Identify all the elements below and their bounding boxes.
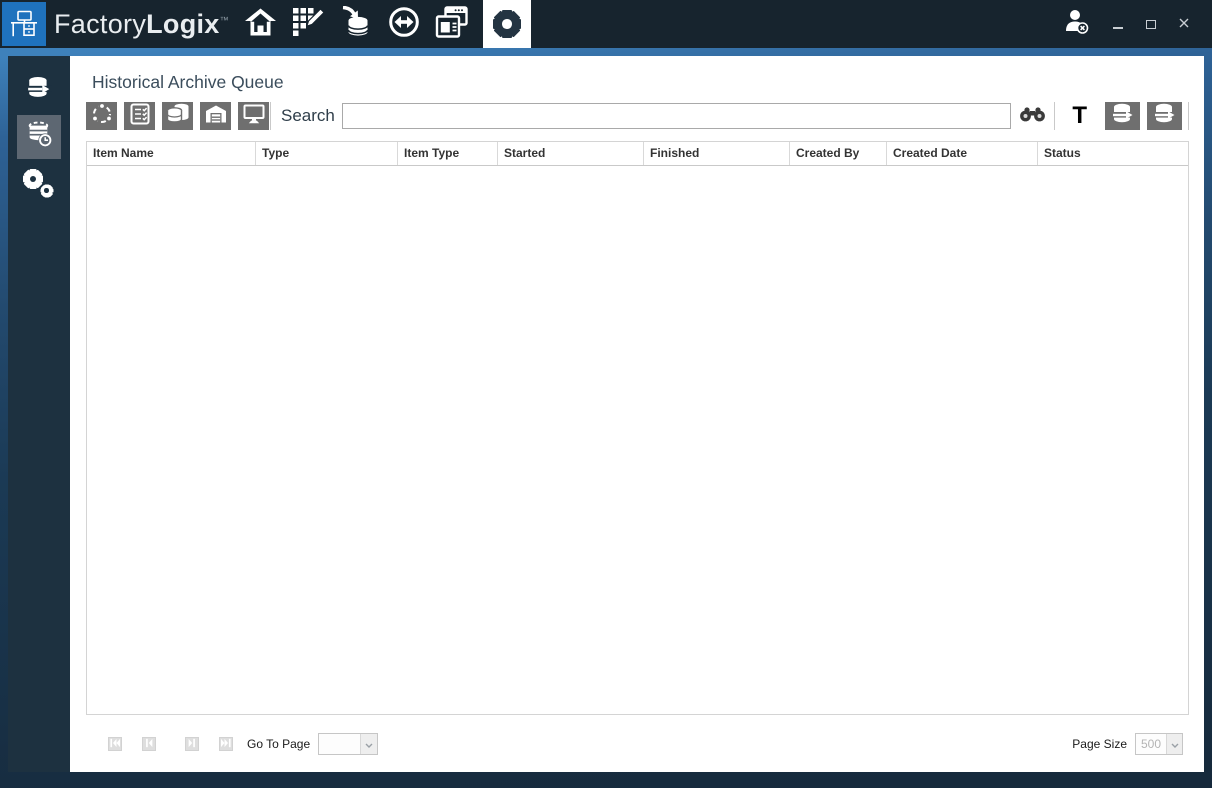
previous-page-icon [145, 737, 153, 751]
settings-gear-icon [493, 10, 521, 38]
window-frame: Historical Archive Queue [0, 48, 1212, 788]
archive-settings-gears-icon [23, 169, 55, 199]
sidebar-item-historical-archive-queue[interactable] [17, 115, 61, 159]
page-size-select[interactable]: 500 [1135, 733, 1183, 755]
titlebar: FactoryLogix™ [0, 0, 1212, 48]
next-page-button[interactable] [185, 737, 199, 751]
brand-trademark: ™ [220, 15, 229, 25]
last-page-button[interactable] [219, 737, 233, 751]
process-hub-icon [91, 103, 113, 130]
nav-sync-button[interactable] [387, 0, 422, 48]
main-content: Historical Archive Queue [70, 56, 1204, 772]
checklist-icon [130, 103, 150, 130]
grid-header: Item Name Type Item Type Started Finishe… [87, 142, 1188, 166]
minimize-icon [1113, 27, 1123, 29]
nav-settings-button[interactable] [483, 0, 531, 48]
archive-now-button[interactable] [1105, 102, 1140, 130]
find-button[interactable] [1011, 106, 1053, 127]
chevron-down-icon [365, 737, 373, 751]
monitor-icon [243, 104, 265, 129]
last-page-icon [221, 737, 231, 751]
column-header-type[interactable]: Type [256, 142, 398, 165]
next-page-icon [188, 737, 196, 751]
archive-transfer-icon [26, 76, 52, 105]
previous-page-button[interactable] [142, 737, 156, 751]
sidebar [8, 56, 70, 772]
plan-edit-icon [292, 7, 325, 42]
pagination-bar: Go To Page Page Size 500 [86, 715, 1189, 772]
nav-plan-edit-button[interactable] [291, 0, 326, 48]
grid-body-empty [87, 166, 1188, 714]
brand-title: FactoryLogix™ [54, 9, 229, 40]
go-to-page-select[interactable] [318, 733, 378, 755]
column-header-item-name[interactable]: Item Name [87, 142, 256, 165]
brand-bold: Logix [146, 9, 220, 39]
go-to-page-dropdown-button[interactable] [360, 734, 377, 754]
main-nav [243, 0, 531, 48]
minimize-button[interactable] [1112, 17, 1124, 31]
data-archive-import-icon [341, 6, 371, 43]
monitor-button[interactable] [238, 102, 269, 130]
column-header-item-type[interactable]: Item Type [398, 142, 498, 165]
reports-windows-icon [435, 6, 469, 43]
column-header-finished[interactable]: Finished [644, 142, 790, 165]
nav-reports-button[interactable] [435, 0, 470, 48]
page-size-group: Page Size 500 [1072, 733, 1189, 755]
binoculars-icon [1019, 106, 1046, 127]
column-header-created-date[interactable]: Created Date [887, 142, 1038, 165]
column-header-started[interactable]: Started [498, 142, 644, 165]
user-logout-icon[interactable] [1063, 8, 1091, 40]
archive-database-icon [1153, 103, 1177, 130]
first-page-icon [110, 737, 120, 751]
home-icon [244, 7, 277, 42]
databases-button[interactable] [162, 102, 193, 130]
brand-light: Factory [54, 9, 146, 39]
nav-data-import-button[interactable] [339, 0, 374, 48]
go-to-page-value [319, 734, 360, 754]
maximize-button[interactable] [1145, 17, 1157, 31]
column-header-status[interactable]: Status [1038, 142, 1188, 165]
archive-database-icon [1111, 103, 1135, 130]
toolbar-separator [270, 102, 271, 130]
historical-archive-icon [26, 121, 53, 153]
warehouse-button[interactable] [200, 102, 231, 130]
column-header-created-by[interactable]: Created By [790, 142, 887, 165]
close-button[interactable] [1178, 17, 1190, 31]
app-window: FactoryLogix™ [0, 0, 1212, 788]
sidebar-item-archive-transfer[interactable] [17, 68, 61, 112]
databases-icon [166, 103, 190, 130]
maximize-icon [1146, 20, 1156, 29]
sidebar-item-archive-settings[interactable] [17, 162, 61, 206]
process-hub-button[interactable] [86, 102, 117, 130]
toolbar-separator [1188, 102, 1189, 130]
warehouse-icon [205, 104, 227, 129]
page-size-label: Page Size [1072, 737, 1127, 751]
archive-queue-button[interactable] [1147, 102, 1182, 130]
search-label: Search [281, 106, 335, 126]
app-logo-icon [2, 2, 46, 46]
chevron-down-icon [1171, 737, 1179, 751]
page-title: Historical Archive Queue [92, 72, 1189, 93]
nav-home-button[interactable] [243, 0, 278, 48]
toolbar-separator [1054, 102, 1055, 130]
checklist-button[interactable] [124, 102, 155, 130]
first-page-button[interactable] [108, 737, 122, 751]
archive-queue-grid: Item Name Type Item Type Started Finishe… [86, 141, 1189, 715]
go-to-page-label: Go To Page [247, 737, 310, 751]
titlebar-right [1063, 8, 1212, 40]
sync-transfer-icon [388, 6, 420, 43]
page-size-value: 500 [1136, 734, 1166, 754]
close-icon [1179, 15, 1189, 33]
page-size-dropdown-button[interactable] [1166, 734, 1182, 754]
text-filter-button[interactable]: T [1072, 102, 1087, 130]
search-input[interactable] [342, 103, 1011, 129]
toolbar: Search [86, 102, 1189, 130]
